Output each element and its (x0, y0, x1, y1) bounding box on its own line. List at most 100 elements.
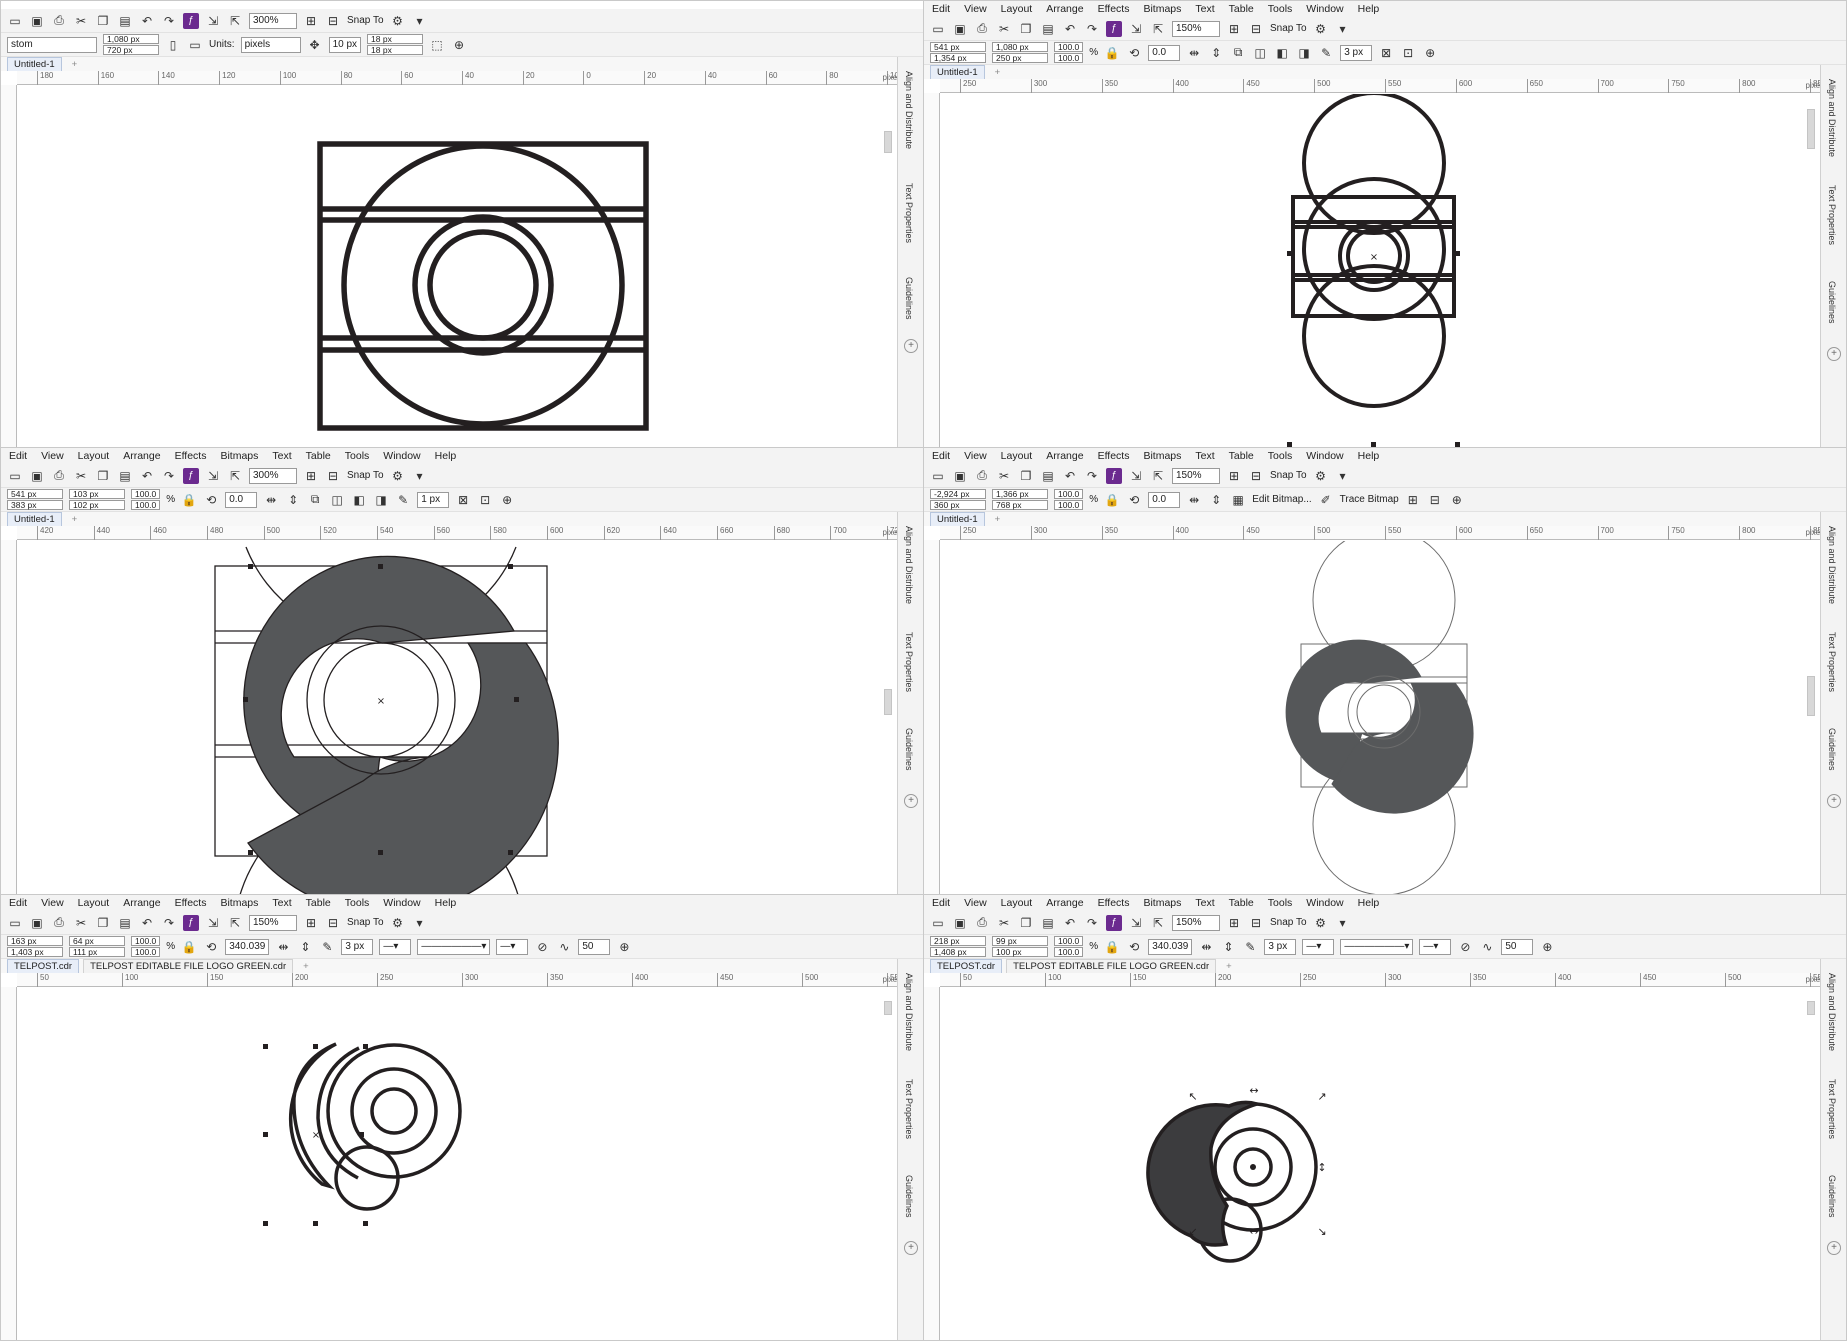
import-icon[interactable]: ⇲ (205, 915, 221, 931)
print-icon[interactable]: ⎙ (51, 468, 67, 484)
selection-handle[interactable] (1455, 251, 1460, 256)
group-icon[interactable]: ⧉ (307, 492, 323, 508)
menu-table[interactable]: Table (1229, 3, 1254, 15)
rotation-angle-field[interactable]: 0.0 (1148, 491, 1181, 508)
print-icon[interactable]: ⎙ (974, 21, 990, 37)
menu-help[interactable]: Help (435, 897, 457, 909)
selection-handle[interactable] (378, 564, 383, 569)
line-style-select[interactable]: ——————▾ (417, 938, 491, 955)
docker-tab-text-properties[interactable]: Text Properties (904, 1079, 914, 1139)
left-crescent-filled[interactable] (1146, 1100, 1264, 1247)
close-curve-icon[interactable]: ⊘ (534, 939, 550, 955)
curve-smoothing-field[interactable]: 50 (578, 938, 611, 955)
document-tab-untitled[interactable]: Untitled-1 (930, 65, 985, 79)
menu-table[interactable]: Table (306, 897, 331, 909)
rotation-angle-field[interactable]: 340.039 (1148, 938, 1193, 955)
intersect-icon[interactable]: ◨ (373, 492, 389, 508)
zoom-level-field[interactable]: 150% (1172, 20, 1220, 37)
snap-to-dropdown[interactable]: Snap To (347, 15, 384, 26)
menu-text[interactable]: Text (272, 450, 291, 462)
scale-y-field[interactable]: 100.0 (1054, 500, 1084, 510)
paste-icon[interactable]: ▤ (1040, 915, 1056, 931)
undo-icon[interactable]: ↶ (1062, 21, 1078, 37)
height-field[interactable]: 111 px (69, 947, 125, 957)
copy-icon[interactable]: ❐ (95, 915, 111, 931)
line-style-select[interactable]: ——————▾ (1340, 938, 1414, 955)
mirror-h-icon[interactable]: ⇹ (275, 939, 291, 955)
menu-tools[interactable]: Tools (1268, 3, 1293, 15)
docker-tab-text-properties[interactable]: Text Properties (904, 183, 914, 243)
menu-arrange[interactable]: Arrange (123, 897, 160, 909)
corel-app-icon[interactable]: ƒ (1106, 914, 1122, 931)
corel-app-icon[interactable]: ƒ (1106, 20, 1122, 37)
skew-handle-icon[interactable]: ↔ (1249, 1084, 1258, 1097)
new-document-icon[interactable]: ▭ (930, 915, 946, 931)
menu-window[interactable]: Window (383, 897, 420, 909)
zoom-level-field[interactable]: 150% (1172, 914, 1220, 931)
outline-width-field[interactable]: 1 px (417, 491, 450, 508)
snap-to-dropdown[interactable]: Snap To (347, 917, 384, 928)
undo-icon[interactable]: ↶ (1062, 915, 1078, 931)
page-width-field[interactable]: 1,080 px (103, 34, 159, 44)
drawing-canvas[interactable]: × (18, 541, 895, 894)
mirror-h-icon[interactable]: ⇹ (1186, 492, 1202, 508)
new-document-icon[interactable]: ▭ (930, 21, 946, 37)
width-field[interactable]: 103 px (69, 489, 125, 499)
drawing-canvas[interactable]: × (941, 94, 1818, 447)
end-arrowhead-select[interactable]: —▾ (496, 938, 529, 955)
edit-bitmap-button[interactable]: Edit Bitmap... (1252, 494, 1311, 505)
options-icon[interactable]: ⚙ (390, 468, 406, 484)
menu-layout[interactable]: Layout (78, 897, 110, 909)
export-icon[interactable]: ⇱ (227, 13, 243, 29)
menu-view[interactable]: View (964, 897, 987, 909)
redo-icon[interactable]: ↷ (1084, 21, 1100, 37)
save-icon[interactable]: ▣ (29, 468, 45, 484)
copy-icon[interactable]: ❐ (1018, 21, 1034, 37)
show-rulers-icon[interactable]: ⊟ (325, 915, 341, 931)
menu-help[interactable]: Help (1358, 450, 1380, 462)
add-docker-icon[interactable]: + (904, 339, 918, 353)
menu-view[interactable]: View (41, 897, 64, 909)
rotation-angle-field[interactable]: 0.0 (1148, 44, 1181, 61)
height-field[interactable]: 100 px (992, 947, 1048, 957)
cut-icon[interactable]: ✂ (996, 915, 1012, 931)
menu-help[interactable]: Help (435, 450, 457, 462)
add-icon[interactable]: ⊕ (451, 37, 467, 53)
redo-icon[interactable]: ↷ (1084, 468, 1100, 484)
undo-icon[interactable]: ↶ (139, 13, 155, 29)
menu-effects[interactable]: Effects (175, 450, 207, 462)
save-icon[interactable]: ▣ (952, 21, 968, 37)
zoom-level-field[interactable]: 150% (1172, 467, 1220, 484)
lock-ratio-icon[interactable]: 🔒 (181, 939, 197, 955)
selection-handle[interactable] (248, 564, 253, 569)
document-tab-untitled[interactable]: Untitled-1 (7, 57, 62, 71)
drawing-canvas[interactable] (18, 86, 895, 447)
redo-icon[interactable]: ↷ (1084, 915, 1100, 931)
resample-icon[interactable]: ⊟ (1427, 492, 1443, 508)
scale-y-field[interactable]: 100.0 (1054, 53, 1084, 63)
export-icon[interactable]: ⇱ (227, 468, 243, 484)
add-icon[interactable]: ⊕ (1449, 492, 1465, 508)
group-icon[interactable]: ⧉ (1230, 45, 1246, 61)
options-icon[interactable]: ⚙ (1313, 915, 1329, 931)
weld-icon[interactable]: ◫ (1252, 45, 1268, 61)
copy-icon[interactable]: ❐ (1018, 915, 1034, 931)
full-screen-icon[interactable]: ⊞ (1226, 21, 1242, 37)
zoom-level-field[interactable]: 300% (249, 467, 297, 484)
drawing-canvas[interactable]: ↖ ↔ ↗ ↕ ↙ ↔ ↘ (941, 988, 1818, 1340)
rotate-handle-icon[interactable]: ↗ (1317, 1090, 1326, 1103)
start-arrowhead-select[interactable]: —▾ (379, 938, 412, 955)
paste-icon[interactable]: ▤ (1040, 21, 1056, 37)
mirror-h-icon[interactable]: ⇹ (1186, 45, 1202, 61)
scale-x-field[interactable]: 100.0 (1054, 936, 1084, 946)
docker-tab-align[interactable]: Align and Distribute (1827, 526, 1837, 604)
mirror-h-icon[interactable]: ⇹ (1198, 939, 1214, 955)
units-select[interactable]: pixels (240, 36, 301, 53)
scale-x-field[interactable]: 100.0 (1054, 489, 1084, 499)
rotation-angle-field[interactable]: 340.039 (225, 938, 270, 955)
copy-icon[interactable]: ❐ (95, 13, 111, 29)
y-position-field[interactable]: 383 px (7, 500, 63, 510)
selection-handle[interactable] (313, 1221, 318, 1226)
new-document-icon[interactable]: ▭ (7, 468, 23, 484)
save-icon[interactable]: ▣ (952, 468, 968, 484)
